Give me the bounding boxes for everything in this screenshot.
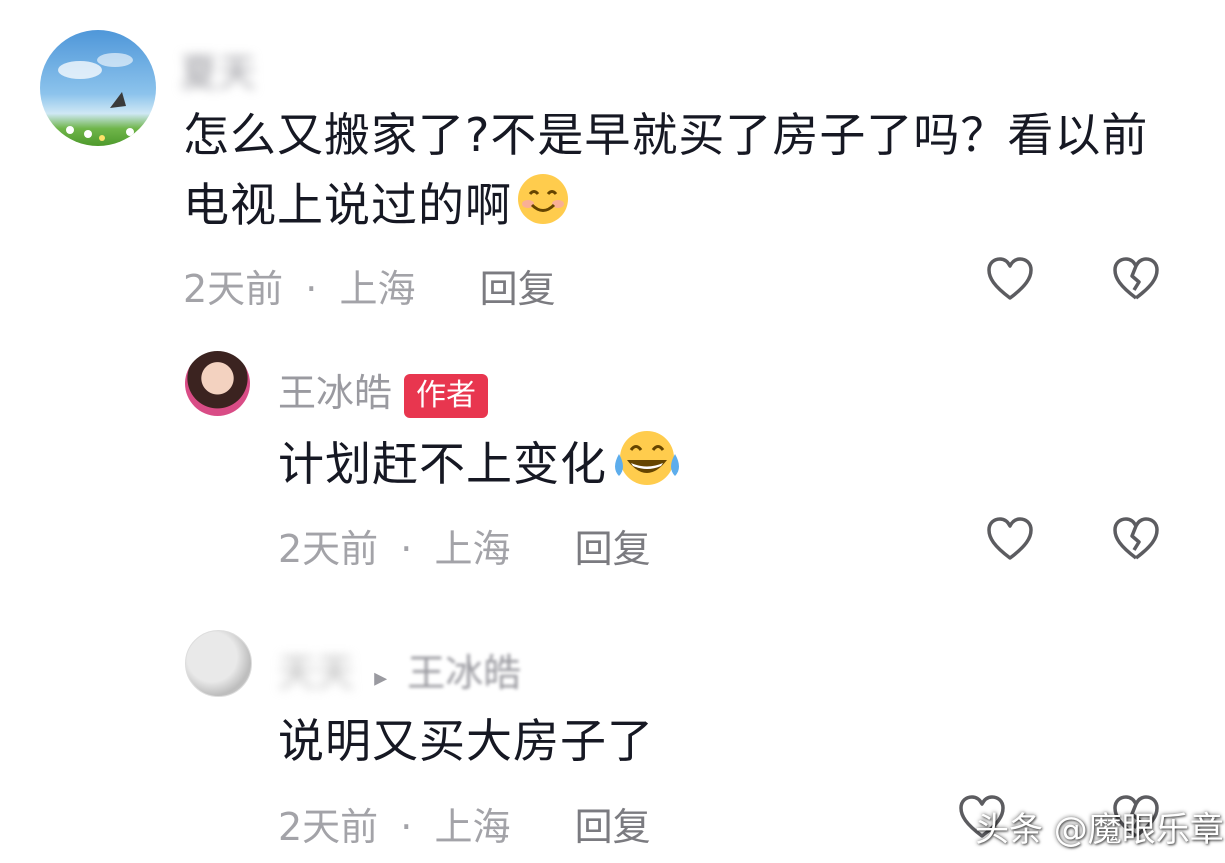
avatar[interactable] [40, 30, 156, 146]
broken-heart-icon[interactable] [1112, 516, 1160, 562]
reply-header: 天天 ▸ 王冰皓 [278, 642, 521, 697]
author-badge: 作者 [404, 373, 489, 418]
location: 上海 [339, 267, 416, 311]
broken-heart-icon[interactable] [1112, 256, 1160, 302]
comment-meta: 2天前 · 上海 回复 [278, 518, 651, 573]
location: 上海 [434, 805, 511, 849]
comment-body: 怎么又搬家了?不是早就买了房子了吗？看以前电视上说过的啊 [183, 108, 1149, 232]
author-name: 王冰皓 作者 [278, 362, 489, 418]
avatar[interactable] [185, 630, 252, 697]
author-name[interactable]: 天天 [278, 651, 354, 695]
comment-meta: 2天前 · 上海 回复 [278, 796, 651, 851]
reply-button[interactable]: 回复 [575, 527, 651, 571]
comment-meta: 2天前 · 上海 回复 [183, 258, 556, 313]
meta-separator: · [400, 805, 413, 849]
comment-body: 计划赶不上变化 [278, 437, 607, 491]
meta-separator: · [305, 267, 318, 311]
smile-emoji-icon [516, 172, 570, 245]
author-name-text[interactable]: 王冰皓 [278, 371, 392, 415]
laugh-cry-emoji-icon [609, 428, 685, 507]
timestamp: 2天前 [278, 805, 379, 849]
watermark: 头条 @魔眼乐章 [975, 810, 1224, 850]
timestamp: 2天前 [278, 527, 379, 571]
reply-arrow-icon: ▸ [374, 663, 388, 693]
butterfly-icon [58, 53, 134, 141]
comment-text: 计划赶不上变化 [278, 428, 685, 507]
location: 上海 [434, 527, 511, 571]
reply-button[interactable]: 回复 [480, 267, 556, 311]
heart-icon[interactable] [986, 256, 1034, 302]
reply-button[interactable]: 回复 [575, 805, 651, 849]
comment-text: 怎么又搬家了?不是早就买了房子了吗？看以前电视上说过的啊 [183, 100, 1173, 245]
timestamp: 2天前 [183, 267, 284, 311]
author-avatar[interactable] [185, 351, 250, 416]
meta-separator: · [400, 527, 413, 571]
author-name[interactable]: 夏天 [180, 42, 256, 97]
reply-to-name[interactable]: 王冰皓 [407, 651, 521, 695]
heart-icon[interactable] [986, 516, 1034, 562]
comment-text: 说明又买大房子了 [278, 714, 654, 768]
